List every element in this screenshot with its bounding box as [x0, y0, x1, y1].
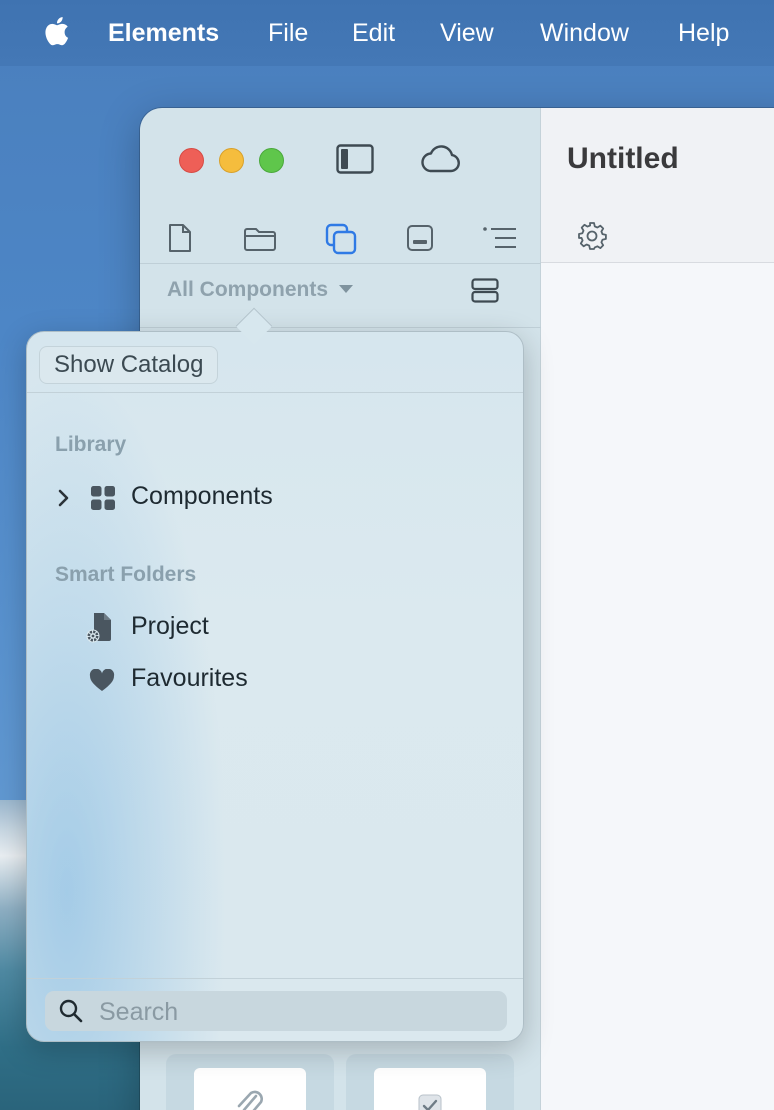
library-item-components[interactable]: Components	[27, 476, 523, 520]
sidebar-toggle-icon[interactable]	[336, 144, 374, 174]
menu-file[interactable]: File	[268, 18, 308, 48]
zoom-window-button[interactable]	[259, 148, 284, 173]
heart-icon	[89, 669, 115, 691]
chevron-right-icon[interactable]	[58, 489, 70, 507]
menu-app-name[interactable]: Elements	[108, 18, 219, 48]
popover-footer-divider	[27, 978, 523, 979]
close-window-button[interactable]	[179, 148, 204, 173]
gear-icon[interactable]	[577, 221, 607, 251]
tile-preview	[374, 1068, 486, 1110]
smart-folder-label: Project	[131, 612, 209, 640]
menu-help[interactable]: Help	[678, 18, 729, 48]
chevron-down-icon[interactable]	[339, 285, 353, 293]
folder-icon[interactable]	[243, 226, 277, 252]
apple-logo-icon[interactable]	[40, 14, 70, 48]
smart-folder-label: Favourites	[131, 664, 248, 692]
grid-icon	[91, 486, 115, 510]
smart-folder-item-favourites[interactable]: Favourites	[27, 658, 523, 702]
library-item-label: Components	[131, 482, 273, 510]
menu-window[interactable]: Window	[540, 18, 629, 48]
toolbar-divider	[140, 263, 541, 264]
list-layout-icon[interactable]	[471, 278, 499, 303]
component-tile-checkbox[interactable]	[346, 1054, 514, 1110]
component-filter-label[interactable]: All Components	[167, 278, 328, 302]
popover-divider	[27, 392, 523, 393]
components-icon[interactable]	[325, 223, 357, 255]
search-placeholder: Search	[99, 998, 179, 1026]
tile-preview	[194, 1068, 306, 1110]
smart-folder-item-project[interactable]: Project	[27, 606, 523, 650]
smart-folders-heading: Smart Folders	[55, 563, 197, 586]
library-popover: Show Catalog Library Components Smart Fo…	[26, 331, 524, 1042]
component-tile-attachment[interactable]	[166, 1054, 334, 1110]
filter-divider	[140, 327, 541, 328]
search-icon	[59, 999, 83, 1023]
menu-view[interactable]: View	[440, 18, 494, 48]
show-catalog-button[interactable]: Show Catalog	[39, 346, 219, 384]
outline-icon[interactable]	[482, 226, 518, 250]
library-heading: Library	[55, 433, 127, 456]
document-title[interactable]: Untitled	[567, 142, 679, 176]
inspector-icon[interactable]	[406, 224, 434, 252]
document-gear-icon	[86, 613, 111, 643]
paperclip-icon	[237, 1090, 263, 1110]
checkbox-icon	[418, 1094, 442, 1110]
document-icon[interactable]	[168, 223, 192, 253]
minimize-window-button[interactable]	[219, 148, 244, 173]
document-header: Untitled	[541, 108, 774, 263]
menu-edit[interactable]: Edit	[352, 18, 395, 48]
search-input[interactable]: Search	[45, 991, 507, 1031]
document-area: Untitled	[541, 108, 774, 1110]
cloud-icon[interactable]	[419, 145, 461, 173]
menu-bar: Elements File Edit View Window Help	[0, 0, 774, 66]
